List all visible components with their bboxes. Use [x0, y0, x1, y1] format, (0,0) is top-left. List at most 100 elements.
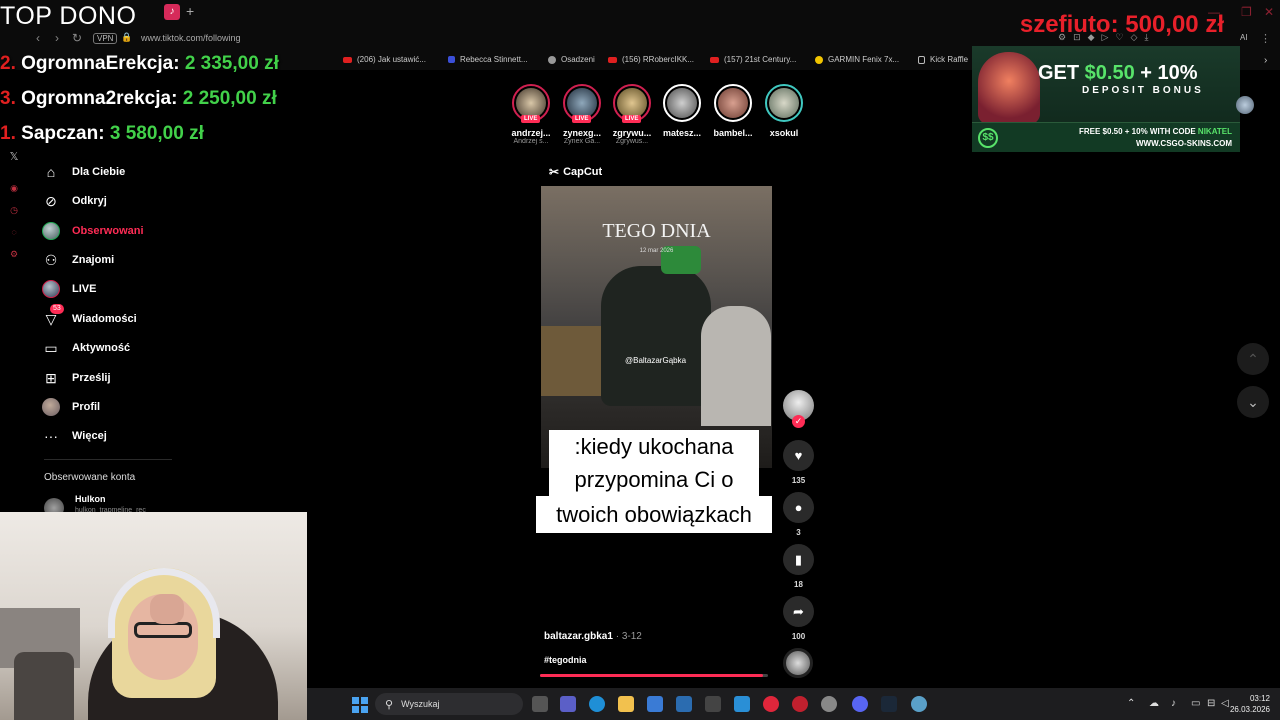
avatar	[516, 88, 546, 118]
share-count: 100	[791, 632, 806, 641]
gog-icon[interactable]	[705, 696, 721, 712]
avatar	[617, 88, 647, 118]
opera-gx-icon[interactable]	[792, 696, 808, 712]
previous-video-button[interactable]: ⌃	[1237, 343, 1269, 375]
sidebar-item-explore[interactable]: ⊘ Odkryj	[42, 190, 107, 212]
next-video-button[interactable]: ⌄	[1237, 386, 1269, 418]
sidebar-item-profile[interactable]: Profil	[42, 396, 100, 418]
file-explorer-icon[interactable]	[618, 696, 634, 712]
play-circle-icon[interactable]: ◉	[8, 183, 20, 195]
network-icon[interactable]: ⊟	[1207, 698, 1215, 709]
app-icon[interactable]	[911, 696, 927, 712]
network-app-icon[interactable]: ☁	[1149, 698, 1159, 709]
volume-icon[interactable]: ◁	[1221, 698, 1229, 709]
clock-icon[interactable]: ◷	[8, 205, 20, 217]
bookmark-item[interactable]: GARMIN Fenix 7x...	[815, 55, 899, 64]
bookmark-item[interactable]: (206) Jak ustawić...	[343, 55, 426, 64]
maximize-icon[interactable]: ❐	[1241, 5, 1252, 19]
sidebar-item-messages[interactable]: ▽ 53 Wiadomości	[42, 304, 137, 330]
story-name: matesz...	[662, 128, 702, 138]
bookmark-item[interactable]: Osadzeni	[548, 55, 595, 64]
music-disc-icon[interactable]	[783, 648, 813, 678]
bookmark-item[interactable]: Rebecca Stinnett...	[448, 55, 528, 64]
store-icon[interactable]	[647, 696, 663, 712]
sidebar-item-more[interactable]: ··· Więcej	[42, 425, 107, 447]
task-view-icon[interactable]	[532, 696, 548, 712]
account-avatar[interactable]	[1236, 96, 1254, 114]
x-icon[interactable]: 𝕏	[8, 150, 20, 163]
avatar	[667, 88, 697, 118]
followed-account-name: Hulkon	[75, 494, 106, 504]
donor-rank: 1.	[0, 123, 16, 144]
taskbar-search[interactable]: ⚲ Wyszukaj	[375, 693, 523, 715]
search-icon: ⚲	[385, 698, 394, 711]
close-window-icon[interactable]: ✕	[1264, 5, 1274, 19]
story-item[interactable]: matesz...	[657, 84, 707, 138]
comment-button[interactable]: ●	[783, 492, 814, 523]
sidebar-item-for-you[interactable]: ⌂ Dla Ciebie	[42, 161, 125, 183]
sidebar-item-label: Prześlij	[72, 372, 111, 384]
live-badge: LIVE	[622, 115, 642, 123]
ad-code-bar: $$ FREE $0.50 + 10% WITH CODE NIKATEL WW…	[972, 122, 1240, 152]
bookmark-label: Kick Raffle	[930, 55, 969, 64]
comment-icon: ●	[794, 500, 803, 515]
windows-start-icon[interactable]	[352, 697, 368, 713]
bookmarks-overflow-icon[interactable]: ›	[1264, 55, 1267, 66]
reload-icon[interactable]: ↻	[72, 31, 82, 45]
settings-icon[interactable]: ⚙	[8, 249, 20, 261]
discord-icon[interactable]	[852, 696, 868, 712]
video-player[interactable]: TEGO DNIA 12 mar 2026 @BaltazarGąbka	[541, 186, 772, 468]
new-tab-button[interactable]: +	[186, 3, 194, 19]
unread-badge: 53	[50, 304, 64, 314]
mail-icon[interactable]	[676, 696, 692, 712]
bookmark-item[interactable]: (157) 21st Century...	[710, 55, 796, 64]
story-subtitle: Zynex Ga...	[563, 138, 601, 145]
steam-icon[interactable]	[881, 696, 897, 712]
obs-icon[interactable]	[821, 696, 837, 712]
sidebar-item-upload[interactable]: ⊞ Prześlij	[42, 367, 111, 389]
tray-overflow-icon[interactable]: ⌃	[1127, 698, 1135, 709]
story-item[interactable]: LIVE andrzej... Andrzej s...	[506, 84, 556, 145]
latest-donation: szefiuto: 500,00 zł	[1019, 11, 1224, 38]
save-button[interactable]: ▮	[783, 544, 814, 575]
tiktok-tab[interactable]: ♪	[164, 4, 180, 20]
story-item[interactable]: LIVE zynexg... Zynex Ga...	[557, 84, 607, 145]
hashtag-link[interactable]: #tegodnia	[544, 655, 587, 665]
system-clock[interactable]: 03:12 26.03.2026	[1230, 693, 1270, 715]
story-item[interactable]: LIVE zgrywu... Zgrywus...	[607, 84, 657, 145]
lock-icon[interactable]: 🔒	[121, 32, 132, 43]
forward-arrow-icon[interactable]: ›	[55, 31, 59, 45]
capcut-icon: ✂	[549, 165, 560, 179]
app-icon[interactable]	[734, 696, 750, 712]
edge-icon[interactable]	[589, 696, 605, 712]
story-item[interactable]: bambel...	[708, 84, 758, 138]
more-icon: ···	[44, 428, 58, 444]
back-arrow-icon[interactable]: ‹	[36, 31, 40, 45]
opera-icon[interactable]	[763, 696, 779, 712]
teams-icon[interactable]	[560, 696, 576, 712]
ai-button[interactable]: AI	[1240, 33, 1248, 42]
vpn-badge[interactable]: VPN	[93, 33, 118, 44]
windows-taskbar: ⚲ Wyszukaj ⌃ ☁ ♪ ▭ ⊟ ◁ 03:12 26.03.2026	[307, 688, 1280, 720]
url-field[interactable]: www.tiktok.com/following	[141, 33, 241, 43]
display-icon[interactable]: ▭	[1191, 698, 1200, 709]
video-progress-bar[interactable]	[540, 674, 768, 677]
bookmark-item[interactable]: Kick Raffle	[918, 55, 968, 64]
chat-icon[interactable]: ◌	[8, 227, 20, 239]
like-count: 135	[791, 476, 806, 485]
bookmark-item[interactable]: (156) RRobercIKK...	[608, 55, 694, 64]
microphone-icon[interactable]: ♪	[1171, 698, 1176, 709]
share-button[interactable]: ➦	[783, 596, 814, 627]
story-item[interactable]: xsokul	[759, 84, 809, 138]
sidebar-item-following[interactable]: Obserwowani	[42, 220, 144, 242]
donor-rank: 3.	[0, 88, 16, 109]
follow-check-icon[interactable]: ✓	[792, 415, 805, 428]
menu-icon[interactable]: ⋮	[1260, 32, 1271, 45]
sidebar-item-activity[interactable]: ▭ Aktywność	[42, 337, 130, 359]
like-button[interactable]: ♥	[783, 440, 814, 471]
sidebar-item-live[interactable]: LIVE	[42, 278, 96, 300]
bookmark-icon: ▮	[794, 551, 803, 567]
video-author[interactable]: baltazar.gbka1 · 3-12	[544, 631, 642, 642]
sidebar-item-friends[interactable]: ⚇ Znajomi	[42, 249, 114, 271]
upload-icon: ⊞	[45, 369, 57, 386]
